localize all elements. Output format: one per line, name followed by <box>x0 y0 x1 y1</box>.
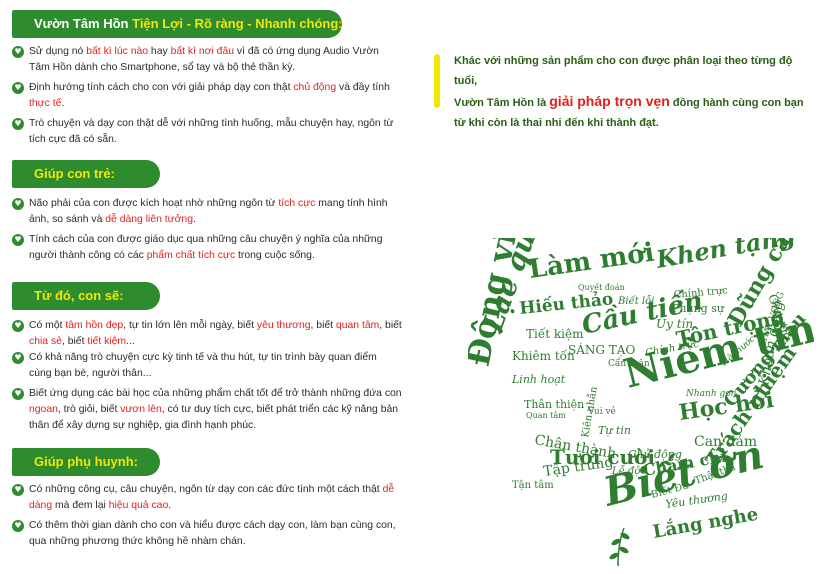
heart-bullet-icon: ♥ <box>12 234 24 246</box>
bullet-text: Trò chuyện và dạy con thật dễ với những … <box>29 116 402 148</box>
bullet-result-2: ♥ Có khả năng trò chuyện cực kỳ tinh tế v… <box>12 350 402 382</box>
heart-bullet-icon: ♥ <box>12 484 24 496</box>
bullet-child-2: ♥ Tính cách của con được giáo dục qua nhữ… <box>12 232 402 264</box>
word-heart-svg: Làm mớiKhen tặngQuyết đoánHiếu thảo Biết … <box>468 238 814 567</box>
bullet-text: Có khả năng trò chuyện cực kỳ tinh tế và… <box>29 350 402 382</box>
highlight-text: chia sẻ <box>29 336 62 347</box>
bullet-text: Có thêm thời gian dành cho con và hiểu đ… <box>29 518 402 550</box>
body-text: và đầy tính <box>336 82 390 93</box>
banner-prefix: Vườn Tâm Hồn <box>34 16 133 31</box>
body-text: Có những công cụ, câu chuyện, ngôn từ dạ… <box>29 484 383 495</box>
banner-highlight: Tiện Lợi - Rõ ràng - Nhanh chóng: <box>132 16 342 31</box>
highlight-text: phẩm chất tích cực <box>146 250 236 261</box>
intro-text: Khác với những sản phẩm cho con được phâ… <box>454 51 814 133</box>
body-text: mà đem lại <box>52 500 109 511</box>
body-text: ... <box>126 336 135 347</box>
highlight-text: dễ dàng liên tưởng <box>105 214 193 225</box>
section-banner-child: Giúp con trẻ: <box>12 160 160 188</box>
bullet-text: Não phải của con được kích hoạt nhờ nhữn… <box>29 196 402 228</box>
intro-line-1: Khác với những sản phẩm cho con được phâ… <box>454 55 793 87</box>
section-banner-result: Từ đó, con sẽ: <box>12 282 160 310</box>
body-text: Có thêm thời gian dành cho con và hiểu đ… <box>29 520 396 547</box>
highlight-text: tiết kiệm <box>87 336 127 347</box>
banner-highlight: Từ đó, con sẽ: <box>34 288 124 303</box>
body-text: . <box>61 98 65 109</box>
highlight-text: tích cực <box>278 198 316 209</box>
heart-word: Khiêm tốn <box>512 348 575 363</box>
word-heart-illustration: Làm mới Khen tặng Quyết đoán Hiếu thảo Biết … <box>468 238 814 568</box>
bullet-convenience-1: ♥ Sử dụng nó bất kì lúc nào hay bất kì nơ… <box>12 44 402 76</box>
bullet-parent-2: ♥ Có thêm thời gian dành cho con và hiểu … <box>12 518 402 550</box>
bullet-result-1: ♥ Có một tâm hồn đẹp, tự tin lớn lên mỗi … <box>12 318 402 350</box>
highlight-text: ngoan <box>29 404 58 415</box>
heart-bullet-icon: ♥ <box>12 198 24 210</box>
highlight-text: tâm hồn đẹp <box>65 320 124 331</box>
body-text: Não phải của con được kích hoạt nhờ nhữn… <box>29 198 279 209</box>
highlight-text: hiệu quả cao <box>108 500 169 511</box>
heart-bullet-icon: ♥ <box>12 388 24 400</box>
body-text: . <box>193 214 196 225</box>
bullet-parent-1: ♥ Có những công cụ, câu chuyện, ngôn từ d… <box>12 482 402 514</box>
heart-bullet-icon: ♥ <box>12 352 24 364</box>
section-banner-parent: Giúp phụ huynh: <box>12 448 160 476</box>
bullet-result-3: ♥ Biết ứng dụng các bài học của những phẩ… <box>12 386 402 434</box>
highlight-text: thực tế <box>29 98 62 109</box>
bullet-text: Có một tâm hồn đẹp, tự tin lớn lên mỗi n… <box>29 318 402 350</box>
body-text: Sử dụng nó <box>29 46 87 57</box>
heart-word: Vui vẻ <box>587 406 616 417</box>
heart-bullet-icon: ♥ <box>12 46 24 58</box>
body-text: Biết ứng dụng các bài học của những phẩm… <box>29 388 402 399</box>
bullet-text: Tính cách của con được giáo dục qua nhữn… <box>29 232 402 264</box>
bullet-convenience-2: ♥ Định hướng tính cách cho con với giải p… <box>12 80 402 112</box>
section-banner-convenience: Vườn Tâm Hồn Tiện Lợi - Rõ ràng - Nhanh … <box>12 10 342 38</box>
bullet-text: Sử dụng nó bất kì lúc nào hay bất kì nơi… <box>29 44 402 76</box>
highlight-text: chủ động <box>293 82 337 93</box>
bullet-text: Có những công cụ, câu chuyện, ngôn từ dạ… <box>29 482 402 514</box>
highlight-text: bất kì nơi đâu <box>170 46 235 57</box>
body-text: Trò chuyện và dạy con thật dễ với những … <box>29 118 394 145</box>
heart-bullet-icon: ♥ <box>12 82 24 94</box>
intro-line-2-prefix: Vườn Tâm Hồn là <box>454 97 550 109</box>
bullet-child-1: ♥ Não phải của con được kích hoạt nhờ nhữ… <box>12 196 402 228</box>
intro-line-3: từ khi còn là thai nhi đến khi thành đạt… <box>454 117 659 129</box>
banner-highlight: Giúp con trẻ: <box>34 166 115 181</box>
heart-word: Làm mới <box>527 238 656 285</box>
highlight-text: quan tâm <box>335 320 380 331</box>
intro-line-2-suffix: đồng hành cùng con bạn <box>669 97 804 109</box>
leaf-sprig-icon <box>609 527 630 567</box>
heart-word: Phụng sự <box>672 302 725 315</box>
heart-word: Quan tâm <box>526 411 566 420</box>
heart-word: Tận tâm <box>512 480 554 491</box>
heart-bullet-icon: ♥ <box>12 118 24 130</box>
bullet-convenience-3: ♥ Trò chuyện và dạy con thật dễ với những… <box>12 116 402 148</box>
bullet-text: Biết ứng dụng các bài học của những phẩm… <box>29 386 402 434</box>
banner-highlight: Giúp phụ huynh: <box>34 454 138 469</box>
bullet-text: Định hướng tính cách cho con với giải ph… <box>29 80 402 112</box>
heart-word: Tiết kiệm <box>526 326 584 341</box>
body-text: Có một <box>29 320 66 331</box>
intro-highlight: giải pháp trọn vẹn <box>549 93 670 109</box>
heart-word: Tự tin <box>598 424 631 437</box>
highlight-text: bất kì lúc nào <box>86 46 149 57</box>
body-text: Có khả năng trò chuyện cực kỳ tinh tế và… <box>29 352 377 379</box>
body-text: Định hướng tính cách cho con với giải ph… <box>29 82 294 93</box>
body-text: , trò giỏi, biết <box>57 404 121 415</box>
body-text: hay <box>148 46 171 57</box>
highlight-text: yêu thương <box>256 320 311 331</box>
body-text: , biết <box>310 320 336 331</box>
body-text: trong cuộc sống. <box>235 250 315 261</box>
body-text: . <box>168 500 172 511</box>
body-text: , tự tin lớn lên mỗi ngày, biết <box>123 320 257 331</box>
intro-line-2: Vườn Tâm Hồn là giải pháp trọn vẹn đồng … <box>454 91 814 113</box>
highlight-text: vươn lên <box>120 404 162 415</box>
heart-bullet-icon: ♥ <box>12 320 24 332</box>
heart-bullet-icon: ♥ <box>12 520 24 532</box>
body-text: , biết <box>379 320 402 331</box>
accent-bar <box>434 54 440 108</box>
heart-word: Linh hoạt <box>511 373 566 386</box>
heart-word: Thân thiện <box>524 398 584 411</box>
body-text: , biết <box>61 336 88 347</box>
